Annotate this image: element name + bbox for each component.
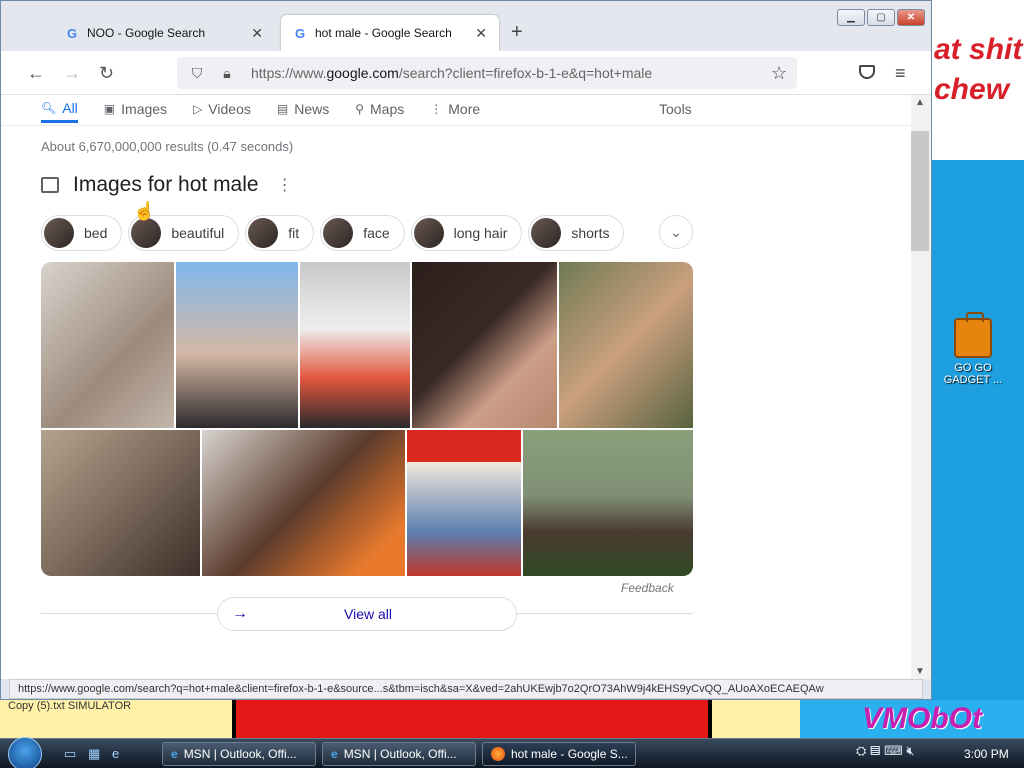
- view-all-button[interactable]: → View all: [217, 597, 517, 631]
- back-arrow-icon[interactable]: ←: [27, 63, 45, 84]
- tab-hot-male[interactable]: G hot male - Google Search ✕: [281, 15, 499, 51]
- tab-noo[interactable]: G NOO - Google Search ✕: [53, 15, 275, 51]
- hand-cursor-icon: ☝: [133, 201, 156, 221]
- more-options-icon[interactable]: ⋮: [277, 175, 293, 195]
- page-content: 🔍︎ All ▣ Images ▷ Videos ▤ News ⚲ Maps ⋮ More …: [1, 95, 911, 679]
- minimize-button[interactable]: ▁: [837, 9, 865, 26]
- ie-icon[interactable]: e: [112, 746, 128, 762]
- close-window-button[interactable]: ✕: [897, 9, 925, 26]
- tab-maps[interactable]: ⚲ Maps: [355, 95, 404, 123]
- clock[interactable]: 3:00 PM: [964, 747, 1009, 761]
- wallpaper-red-panel: [232, 700, 712, 740]
- chevron-down-icon[interactable]: ⌄: [659, 215, 693, 249]
- forward-arrow-icon[interactable]: →: [63, 63, 81, 84]
- chip-bed[interactable]: bed: [41, 215, 123, 251]
- hamburger-menu-icon[interactable]: ≡: [895, 63, 906, 84]
- google-icon: G: [294, 25, 306, 41]
- chip-thumbnail: [131, 218, 162, 248]
- start-button[interactable]: [8, 737, 42, 768]
- tab-all[interactable]: 🔍︎ All: [41, 95, 78, 123]
- desktop-icon-label: GO GO GADGET ...: [943, 362, 1003, 386]
- tab-label: NOO - Google Search: [87, 26, 206, 40]
- image-result[interactable]: [176, 262, 298, 428]
- reload-icon[interactable]: ↻: [99, 63, 114, 84]
- chip-shorts[interactable]: shorts: [528, 215, 625, 251]
- chip-thumbnail: [44, 218, 74, 248]
- news-icon: ▤: [276, 102, 289, 116]
- close-tab-icon[interactable]: ✕: [475, 25, 487, 42]
- google-icon: G: [66, 25, 78, 41]
- show-desktop-icon[interactable]: ▭: [64, 746, 80, 762]
- switch-windows-icon[interactable]: ▦: [88, 746, 104, 762]
- feedback-link[interactable]: Feedback: [621, 581, 674, 595]
- bookmark-star-icon[interactable]: ☆: [771, 63, 787, 84]
- shield-icon[interactable]: ⛉: [187, 65, 207, 82]
- url-text: https://www.google.com/search?client=fir…: [251, 65, 653, 81]
- maximize-button[interactable]: ▢: [867, 9, 895, 26]
- image-result[interactable]: [559, 262, 693, 428]
- image-result[interactable]: [412, 262, 557, 428]
- taskbar-item-msn-1[interactable]: e MSN | Outlook, Offi...: [162, 742, 316, 766]
- scroll-thumb[interactable]: [911, 131, 929, 251]
- briefcase-icon: [954, 312, 992, 358]
- refinement-chips: bed beautiful fit face long hair shorts: [41, 215, 630, 251]
- wallpaper-text: at shit chew: [934, 33, 1023, 106]
- tab-more[interactable]: ⋮ More: [430, 95, 480, 123]
- page-scrollbar[interactable]: ▲ ▼: [911, 95, 931, 679]
- chip-thumbnail: [531, 218, 562, 248]
- scroll-up-icon[interactable]: ▲: [915, 97, 925, 108]
- image-result[interactable]: [41, 430, 200, 576]
- search-tabs: 🔍︎ All ▣ Images ▷ Videos ▤ News ⚲ Maps ⋮ More: [41, 95, 506, 125]
- browser-window: G NOO - Google Search ✕ G hot male - Goo…: [0, 0, 932, 700]
- ie-icon: e: [171, 747, 178, 761]
- image-result[interactable]: [300, 262, 410, 428]
- result-stats: About 6,670,000,000 results (0.47 second…: [41, 139, 294, 154]
- chip-face[interactable]: face: [320, 215, 405, 251]
- taskbar-item-firefox[interactable]: hot male - Google S...: [482, 742, 636, 766]
- ie-icon: e: [331, 747, 338, 761]
- chip-thumbnail: [323, 218, 354, 248]
- lock-icon[interactable]: 🔒︎: [217, 65, 237, 82]
- taskbar-item-msn-2[interactable]: e MSN | Outlook, Offi...: [322, 742, 476, 766]
- image-result[interactable]: [407, 430, 521, 576]
- tab-images[interactable]: ▣ Images: [104, 95, 167, 123]
- map-pin-icon: ⚲: [355, 102, 365, 116]
- taskbar: ▭ ▦ e e MSN | Outlook, Offi... e MSN | Out…: [0, 737, 1024, 768]
- desktop-icon-gogogadget[interactable]: GO GO GADGET ...: [940, 312, 1006, 386]
- pocket-icon[interactable]: [859, 65, 875, 79]
- scroll-down-icon[interactable]: ▼: [915, 666, 925, 677]
- close-tab-icon[interactable]: ✕: [251, 25, 263, 42]
- firefox-icon: [491, 747, 505, 761]
- nav-toolbar: ← → ↻ ⛉ 🔒︎ https://www.google.com/search…: [1, 51, 931, 95]
- image-result[interactable]: [523, 430, 693, 576]
- chip-long-hair[interactable]: long hair: [410, 215, 523, 251]
- chip-thumbnail: [248, 218, 279, 248]
- status-bar-url: https://www.google.com/search?q=hot+male…: [9, 679, 923, 699]
- desktop-corner-text: Copy (5).txt SIMULATOR: [8, 700, 132, 712]
- system-tray-icons[interactable]: ⛭ ▤ ⌨ 🔇︎: [856, 743, 915, 759]
- image-icon: [41, 177, 59, 193]
- chip-thumbnail: [413, 218, 444, 248]
- url-bar[interactable]: ⛉ 🔒︎ https://www.google.com/search?clien…: [177, 57, 797, 89]
- play-icon: ▷: [193, 102, 203, 116]
- tab-label: hot male - Google Search: [315, 26, 452, 40]
- title-bar: G NOO - Google Search ✕ G hot male - Goo…: [1, 1, 931, 51]
- more-dots-icon: ⋮: [430, 102, 443, 116]
- search-icon: 🔍︎: [41, 100, 57, 115]
- image-result[interactable]: [202, 430, 405, 576]
- images-heading: Images for hot male ⋮: [41, 173, 293, 197]
- image-grid: [41, 262, 693, 576]
- watermark: VMObOt: [862, 702, 982, 735]
- tab-videos[interactable]: ▷ Videos: [193, 95, 251, 123]
- image-icon: ▣: [103, 102, 116, 116]
- tools-button[interactable]: Tools: [659, 95, 692, 123]
- new-tab-button[interactable]: +: [511, 21, 523, 44]
- tab-news[interactable]: ▤ News: [277, 95, 329, 123]
- divider: [1, 125, 911, 126]
- images-title: Images for hot male: [73, 173, 259, 196]
- chip-fit[interactable]: fit: [245, 215, 315, 251]
- view-all-label: View all: [344, 606, 392, 622]
- arrow-right-icon: →: [232, 605, 248, 622]
- image-result[interactable]: [41, 262, 174, 428]
